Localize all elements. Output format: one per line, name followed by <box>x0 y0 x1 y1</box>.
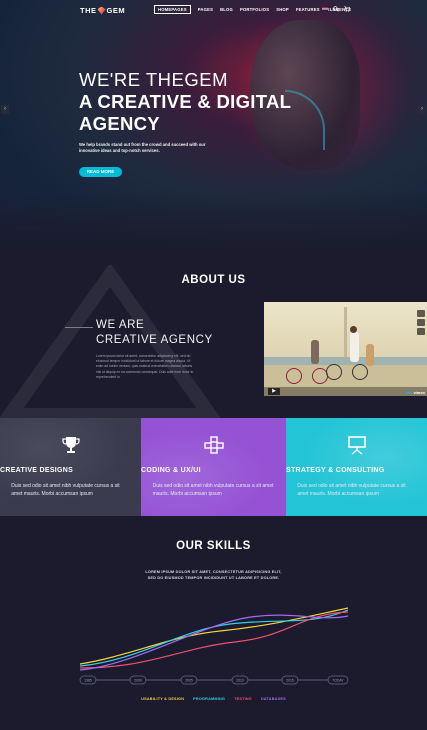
gem-logo-icon <box>97 6 106 15</box>
service-text: Duis sed odio sit amet nibh vulputate cu… <box>11 483 120 497</box>
hero-heading: WE'RE THEGEM A CREATIVE & DIGITAL AGENCY <box>79 69 319 135</box>
year-label: 2015 <box>286 679 294 683</box>
logo-text-left: THE <box>80 6 97 15</box>
skills-legend: USABILITY & DESIGN PROGRAMMING TESTING D… <box>0 697 427 701</box>
service-text: Duis sed odio sit amet nibh vulputate cu… <box>297 483 406 497</box>
legend-programming: PROGRAMMING <box>193 697 226 701</box>
year-label: TODAY <box>332 679 344 683</box>
service-card-creative-designs[interactable]: CREATIVE DESIGNS Duis sed odio sit amet … <box>0 418 141 516</box>
top-nav: THE GEM HOMEPAGES PAGES BLOG PORTFOLIOS … <box>0 0 427 20</box>
trophy-icon <box>61 437 80 453</box>
bike-wheel <box>326 364 342 380</box>
video-water <box>264 357 427 365</box>
video-person <box>311 340 319 364</box>
menu-item-portfolios[interactable]: PORTFOLIOS <box>240 7 269 12</box>
menu-item-homepages[interactable]: HOMEPAGES <box>154 5 191 14</box>
databases-curve <box>79 614 349 671</box>
service-card-strategy-consulting[interactable]: STRATEGY & CONSULTING Duis sed odio sit … <box>286 418 427 516</box>
hero-fade <box>0 190 427 250</box>
logo[interactable]: THE GEM <box>80 6 125 15</box>
year-label: 1985 <box>84 679 92 683</box>
search-icon[interactable] <box>333 6 339 12</box>
vimeo-logo: vimeo <box>413 390 425 395</box>
year-label: 2000 <box>134 679 142 683</box>
video-side-buttons <box>417 310 425 335</box>
hero-subtitle: We help brands stand out from the crowd … <box>79 142 206 153</box>
about-heading-line2: CREATIVE AGENCY <box>96 334 213 346</box>
presentation-icon <box>347 436 366 455</box>
hero-heading-line1: WE'RE THEGEM <box>79 69 228 90</box>
menu-item-features[interactable]: FEATURES <box>296 7 320 12</box>
service-text: Duis sed odio sit amet nibh vulputate cu… <box>152 483 274 497</box>
programming-curve <box>79 609 349 667</box>
skills-timeline-graph: 1985 2000 2005 2010 2015 TODAY <box>79 607 349 685</box>
menu-item-shop[interactable]: SHOP <box>276 7 289 12</box>
about-heading: WE ARE CREATIVE AGENCY <box>96 318 213 348</box>
bike-wheel <box>352 364 368 380</box>
read-more-button[interactable]: READ MORE <box>79 167 122 177</box>
code-blocks-icon <box>203 436 224 454</box>
hero-heading-line3: AGENCY <box>79 113 160 134</box>
service-card-coding-ux-ui[interactable]: CODING & UX/UI Duis sed odio sit amet ni… <box>141 418 286 516</box>
slider-next-arrow-icon[interactable]: › <box>418 105 426 114</box>
menu-item-blog[interactable]: BLOG <box>220 7 233 12</box>
video-later-icon[interactable] <box>417 319 425 326</box>
service-title: STRATEGY & CONSULTING <box>286 467 385 474</box>
hero-heading-line2: A CREATIVE & DIGITAL <box>79 91 292 112</box>
video-like-icon[interactable] <box>417 310 425 317</box>
video-post <box>344 307 347 359</box>
services-row: CREATIVE DESIGNS Duis sed odio sit amet … <box>0 418 427 516</box>
skills-subtitle-line2: SED DO EIUSMOD TEMPOR INCIDIDUNT UT LABO… <box>147 576 280 580</box>
legend-usability-design: USABILITY & DESIGN <box>141 697 185 701</box>
bike-wheel <box>286 368 302 384</box>
service-title: CREATIVE DESIGNS <box>0 467 74 474</box>
skills-title: OUR SKILLS <box>176 540 251 552</box>
logo-text-right: GEM <box>106 6 126 15</box>
nav-icons <box>322 6 350 12</box>
year-label: 2005 <box>185 679 193 683</box>
legend-testing: TESTING <box>234 697 252 701</box>
video-share-icon[interactable] <box>417 328 425 335</box>
video-controls <box>264 387 427 396</box>
about-title: ABOUT US <box>181 274 246 286</box>
cart-icon[interactable] <box>344 6 350 12</box>
uk-flag-icon[interactable] <box>322 7 328 11</box>
service-title: CODING & UX/UI <box>141 467 201 474</box>
video-person-head <box>350 326 357 333</box>
video-play-icon[interactable]: ▶ <box>268 388 280 395</box>
slider-prev-arrow-icon[interactable]: ‹ <box>1 105 9 114</box>
year-label: 2010 <box>236 679 244 683</box>
video-person <box>350 332 359 362</box>
about-heading-line1: WE ARE <box>96 319 145 331</box>
about-divider <box>65 327 93 328</box>
video-person <box>366 344 374 366</box>
menu-item-pages[interactable]: PAGES <box>198 7 213 12</box>
video-hd-badge: HD <box>406 390 413 395</box>
about-text: Lorem ipsum dolor sit amet, consectetur … <box>96 354 194 379</box>
legend-databases: DATABASES <box>260 697 286 701</box>
video-player[interactable]: ▶ HD vimeo <box>264 302 427 396</box>
video-brand[interactable]: HD vimeo <box>407 390 425 395</box>
testing-curve <box>79 611 349 669</box>
skills-subtitle: LOREM IPSUM DOLOR SIT AMET, CONSECTETUR … <box>0 569 427 581</box>
